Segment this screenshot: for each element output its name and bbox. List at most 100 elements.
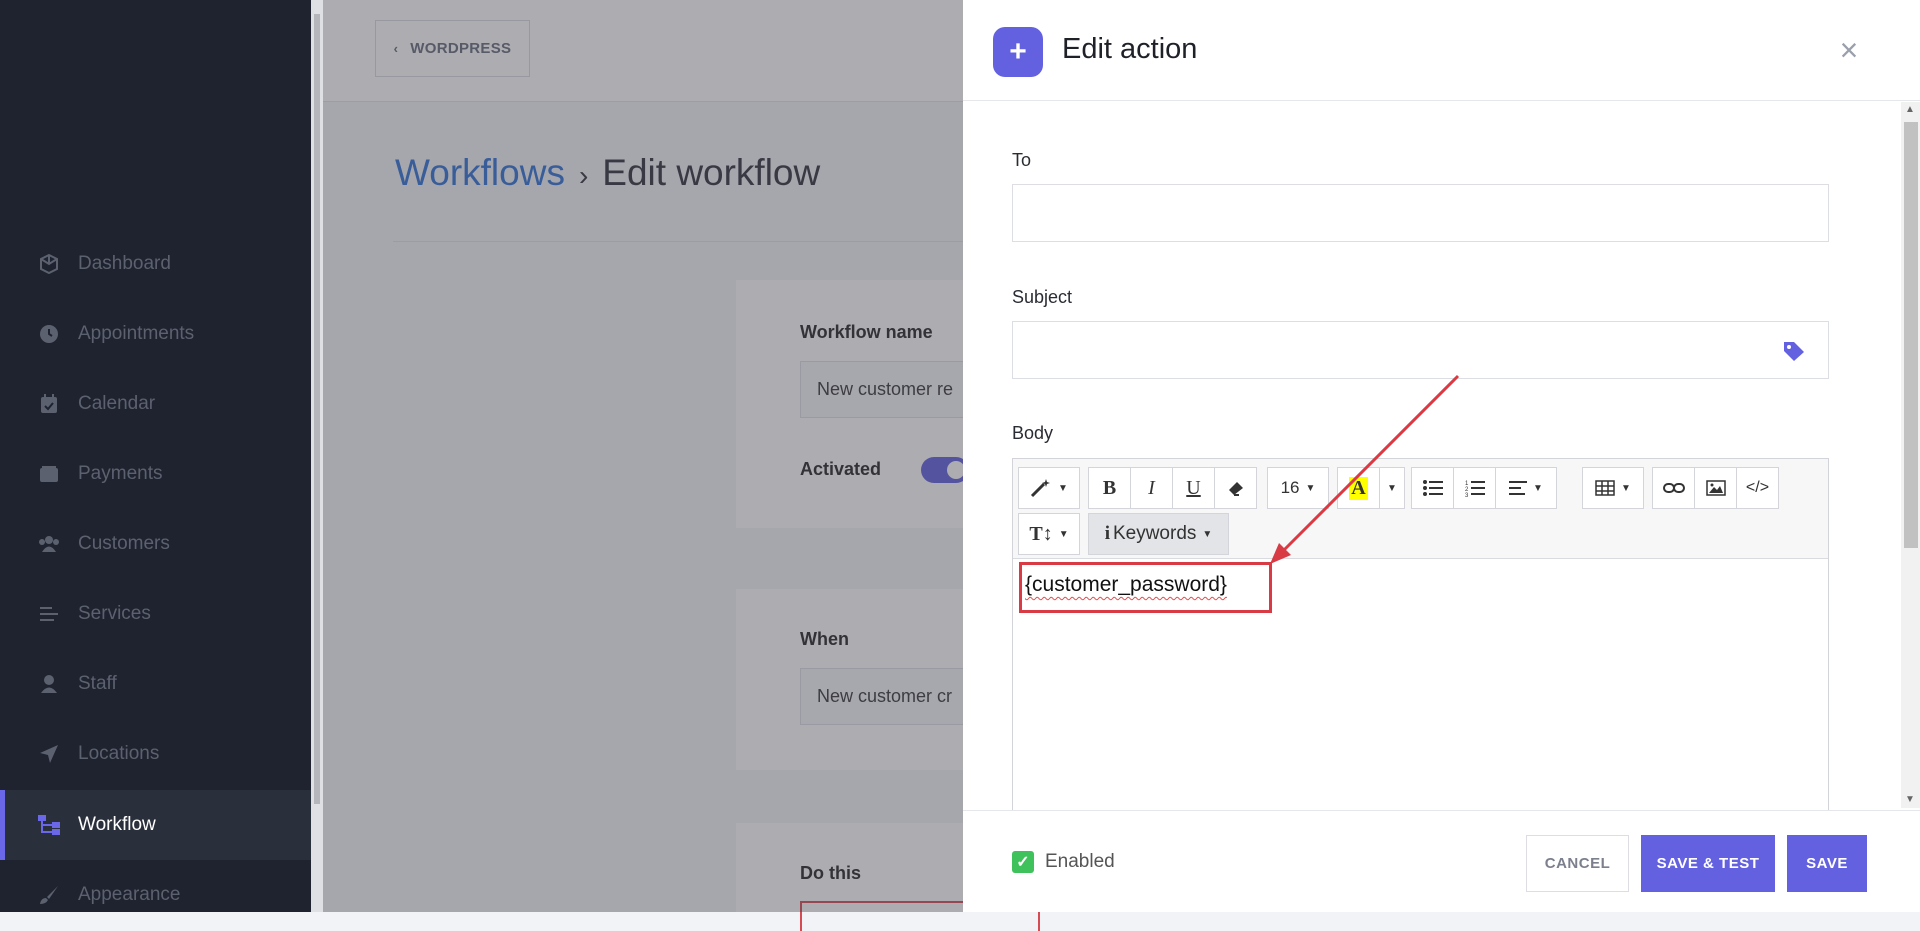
sidebar-item-label: Customers <box>78 533 170 554</box>
italic-button[interactable]: I <box>1130 467 1173 509</box>
font-size-select[interactable]: 16 ▼ <box>1267 467 1329 509</box>
scroll-down-arrow-icon[interactable]: ▼ <box>1905 794 1915 805</box>
font-size-value: 16 <box>1280 478 1300 497</box>
sidebar-item-label: Locations <box>78 743 160 764</box>
body-label: Body <box>1012 423 1054 443</box>
magic-wand-icon <box>1030 479 1051 498</box>
close-icon[interactable]: × <box>1833 32 1865 68</box>
sidebar-item-payments[interactable]: Payments <box>0 439 311 509</box>
enabled-label: Enabled <box>1045 851 1115 872</box>
link-icon <box>1662 483 1685 493</box>
style-group: ▼ <box>1018 467 1080 509</box>
sidebar-item-services[interactable]: Services <box>0 579 311 649</box>
magic-wand-button[interactable]: ▼ <box>1018 467 1080 509</box>
sidebar-item-label: Calendar <box>78 393 156 414</box>
scrollbar-thumb[interactable] <box>314 14 320 804</box>
list-icon <box>38 603 60 625</box>
sidebar-item-appearance[interactable]: Appearance <box>0 860 311 930</box>
numbered-list-button[interactable]: 123 <box>1453 467 1496 509</box>
panel-title: Edit action <box>1062 33 1198 65</box>
list-group: 123 ▼ <box>1411 467 1557 509</box>
sidebar-item-appointments[interactable]: Appointments <box>0 299 311 369</box>
eraser-icon <box>1228 482 1243 496</box>
chevron-down-icon: ▼ <box>1387 482 1397 494</box>
table-group: ▼ <box>1582 467 1644 509</box>
sidebar-item-label: Appearance <box>78 884 181 905</box>
panel-footer: ✓ Enabled CANCEL SAVE & TEST SAVE <box>963 810 1920 912</box>
brush-icon <box>38 884 60 906</box>
align-left-icon <box>1509 481 1528 495</box>
highlight-color-button[interactable]: A <box>1337 467 1380 509</box>
image-button[interactable] <box>1694 467 1737 509</box>
cancel-button[interactable]: CANCEL <box>1526 835 1629 892</box>
save-button[interactable]: SAVE <box>1787 835 1867 892</box>
code-view-button[interactable]: </> <box>1736 467 1779 509</box>
sidebar-item-label: Workflow <box>78 814 156 835</box>
insert-group <box>1652 467 1737 509</box>
code-group: </> <box>1736 467 1779 509</box>
panel-header: + Edit action × <box>963 0 1920 101</box>
table-button[interactable]: ▼ <box>1582 467 1644 509</box>
svg-text:3: 3 <box>1465 493 1469 497</box>
numbered-list-icon: 123 <box>1465 481 1485 497</box>
tag-icon[interactable] <box>1782 340 1806 362</box>
chevron-down-icon: ▼ <box>1058 482 1068 494</box>
users-icon <box>38 533 60 555</box>
annotation-highlight-box <box>1019 562 1272 613</box>
sidebar-item-customers[interactable]: Customers <box>0 509 311 579</box>
to-label: To <box>1012 150 1032 170</box>
sidebar-item-locations[interactable]: Locations <box>0 719 311 789</box>
text-height-icon: T↕ <box>1029 522 1053 545</box>
sidebar-scrollbar[interactable] <box>311 0 323 912</box>
align-button[interactable]: ▼ <box>1495 467 1557 509</box>
keywords-group: i Keywords ▼ <box>1088 513 1229 555</box>
enabled-checkbox[interactable]: ✓ <box>1012 851 1034 873</box>
image-icon <box>1705 480 1726 496</box>
bold-button[interactable]: B <box>1088 467 1131 509</box>
sidebar-item-label: Appointments <box>78 323 195 344</box>
to-input[interactable] <box>1012 184 1829 242</box>
sidebar-item-workflow[interactable]: Workflow <box>0 790 311 860</box>
calendar-icon <box>38 393 60 415</box>
sidebar-item-label: Dashboard <box>78 253 171 274</box>
subject-label: Subject <box>1012 287 1073 307</box>
chevron-down-icon: ▼ <box>1058 528 1069 540</box>
editor-toolbar: ▼ B I U 16 ▼ A ▼ 123 ▼ ▼ </> T↕ ▼ i Keyw… <box>1013 459 1828 559</box>
main-content: ‹ WORDPRESS Workflows › Edit workflow Work… <box>323 0 1286 931</box>
sidebar-item-label: Staff <box>78 673 117 694</box>
rich-text-editor: ▼ B I U 16 ▼ A ▼ 123 ▼ ▼ </> T↕ ▼ i Keyw… <box>1012 458 1829 818</box>
chevron-down-icon: ▼ <box>1305 482 1316 494</box>
scroll-up-arrow-icon[interactable]: ▲ <box>1905 104 1915 115</box>
underline-button[interactable]: U <box>1172 467 1215 509</box>
highlight-a-icon: A <box>1349 476 1368 500</box>
chevron-down-icon: ▼ <box>1202 528 1213 540</box>
eraser-button[interactable] <box>1214 467 1257 509</box>
table-icon <box>1595 480 1615 496</box>
format-group: B I U <box>1088 467 1257 509</box>
check-icon: ✓ <box>1016 854 1030 871</box>
location-arrow-icon <box>38 743 60 765</box>
color-dropdown-button[interactable]: ▼ <box>1379 467 1405 509</box>
workflow-icon <box>38 814 60 836</box>
edit-action-panel: + Edit action × To Subject Body ▼ B I U … <box>963 0 1920 912</box>
subject-input[interactable] <box>1012 321 1829 379</box>
scrollbar-thumb[interactable] <box>1904 122 1918 548</box>
sidebar: Dashboard Appointments Calendar Payments… <box>0 0 311 912</box>
link-button[interactable] <box>1652 467 1695 509</box>
chevron-down-icon: ▼ <box>1621 482 1631 494</box>
sidebar-item-calendar[interactable]: Calendar <box>0 369 311 439</box>
bullet-list-button[interactable] <box>1411 467 1454 509</box>
text-height-button[interactable]: T↕ ▼ <box>1018 513 1080 555</box>
user-icon <box>38 673 60 695</box>
clock-icon <box>38 323 60 345</box>
keywords-label: Keywords <box>1112 523 1197 544</box>
panel-scrollbar[interactable]: ▲ ▼ <box>1878 102 1920 808</box>
sidebar-item-label: Services <box>78 603 151 624</box>
cube-icon <box>38 253 60 275</box>
chevron-down-icon: ▼ <box>1533 482 1543 494</box>
sidebar-item-staff[interactable]: Staff <box>0 649 311 719</box>
keywords-dropdown-button[interactable]: i Keywords ▼ <box>1088 513 1229 555</box>
sidebar-item-label: Payments <box>78 463 163 484</box>
save-and-test-button[interactable]: SAVE & TEST <box>1641 835 1775 892</box>
sidebar-item-dashboard[interactable]: Dashboard <box>0 229 311 299</box>
